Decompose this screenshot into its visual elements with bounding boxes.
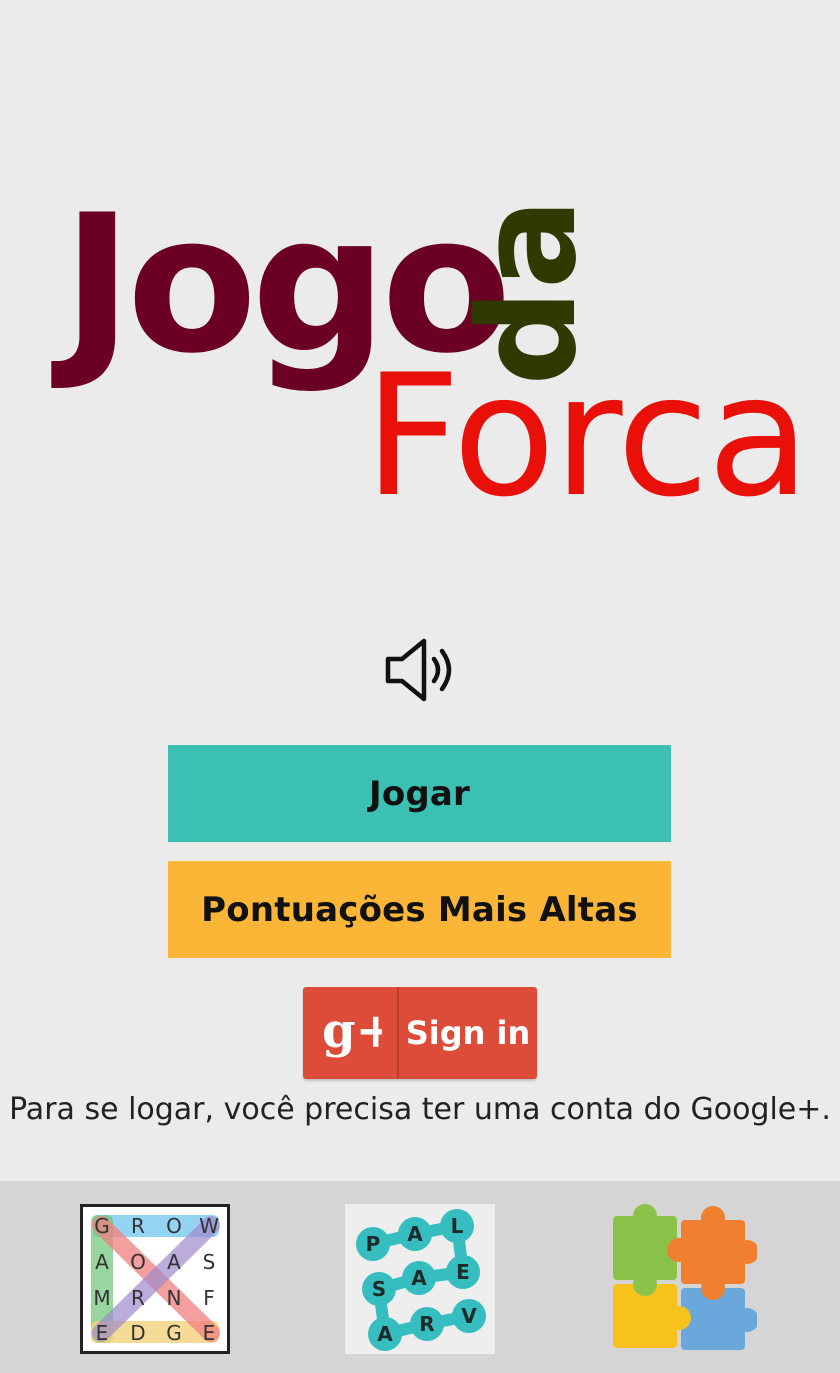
wc-letter: A xyxy=(411,1266,427,1290)
ws-letter: E xyxy=(203,1321,216,1345)
wc-letter: E xyxy=(456,1260,470,1284)
ws-letter: W xyxy=(199,1214,219,1238)
wc-letter: V xyxy=(461,1304,477,1328)
ws-letter: R xyxy=(131,1214,145,1238)
ws-letter: O xyxy=(130,1250,146,1274)
high-scores-button[interactable]: Pontuações Mais Altas xyxy=(168,861,671,958)
ws-letter: E xyxy=(96,1321,109,1345)
ws-letter: A xyxy=(167,1250,181,1274)
ws-letter: A xyxy=(95,1250,109,1274)
play-button-label: Jogar xyxy=(368,773,471,814)
google-plus-icon: g+ xyxy=(303,987,399,1079)
logo-forca: Forca xyxy=(364,338,808,534)
google-plus-icon-text: g+ xyxy=(322,1003,382,1059)
word-connect-app-icon: P A L S A E A R V xyxy=(356,1209,486,1351)
wc-letter: P xyxy=(366,1232,381,1256)
jigsaw-puzzle-app-link[interactable] xyxy=(607,1204,759,1354)
login-note: Para se logar, você precisa ter uma cont… xyxy=(9,1092,831,1127)
wc-letter: A xyxy=(407,1222,423,1246)
high-scores-button-label: Pontuações Mais Altas xyxy=(201,889,638,930)
wc-letter: A xyxy=(377,1322,393,1346)
google-plus-signin-button[interactable]: g+ Sign in xyxy=(303,987,537,1079)
ws-letter: S xyxy=(203,1250,216,1274)
wc-letter: R xyxy=(419,1312,434,1336)
ws-letter: F xyxy=(203,1286,215,1310)
ws-letter: N xyxy=(167,1286,182,1310)
ws-letter: O xyxy=(166,1214,182,1238)
ws-letter: D xyxy=(130,1321,145,1345)
word-search-app-icon: G R O W A O A S M R N F E D G E xyxy=(91,1214,220,1345)
ws-letter: G xyxy=(94,1214,110,1238)
word-connect-app-link[interactable]: P A L S A E A R V xyxy=(345,1204,495,1354)
play-button[interactable]: Jogar xyxy=(168,745,671,842)
wc-letter: L xyxy=(451,1214,464,1238)
ws-letter: R xyxy=(131,1286,145,1310)
word-search-app-link[interactable]: G R O W A O A S M R N F E D G E xyxy=(80,1204,230,1354)
ws-letter: G xyxy=(166,1321,182,1345)
google-signin-label: Sign in xyxy=(405,1014,531,1052)
speaker-volume-icon xyxy=(385,638,452,702)
jigsaw-puzzle-app-icon xyxy=(613,1204,759,1350)
app-logo: Jogo da Forca xyxy=(51,174,810,534)
ws-letter: M xyxy=(93,1286,110,1310)
wc-letter: S xyxy=(372,1277,386,1301)
sound-toggle-button[interactable] xyxy=(378,632,462,708)
